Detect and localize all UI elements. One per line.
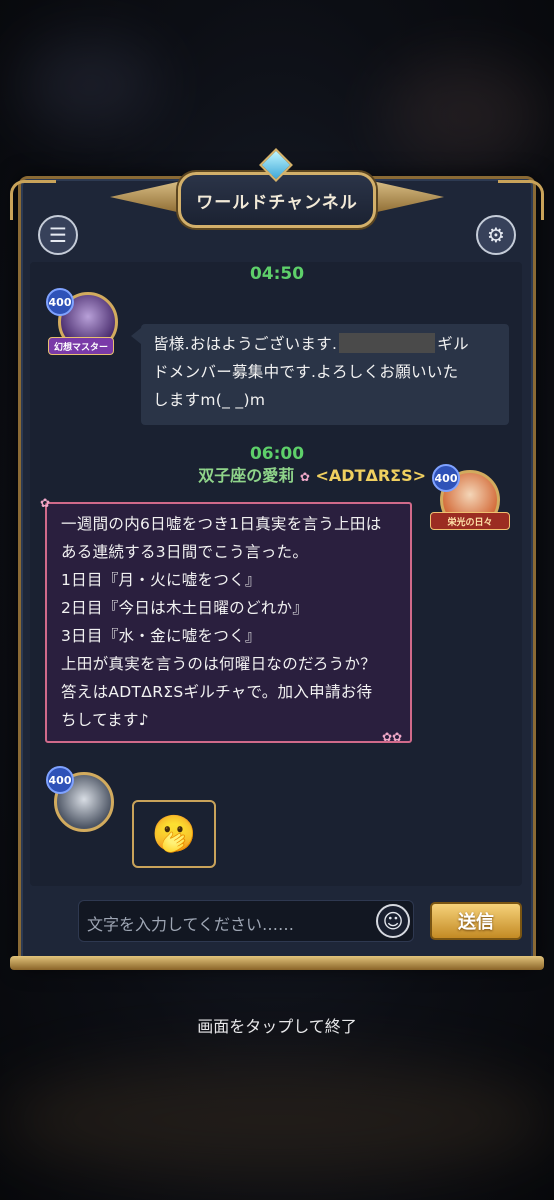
message-text: 一週間の内6日嘘をつき1日真実を言う上田は [61,515,382,533]
flower-icon: ✿✿ [382,730,403,744]
background-blur [0,1060,554,1180]
message-input[interactable]: 文字を入力してください…… [78,900,414,942]
menu-icon: ☰ [49,223,67,247]
level-badge: 400 [432,464,460,492]
message-text: 皆様.おはようございます. [153,335,338,353]
message-text: しますm(_ _)m [153,391,266,409]
emoji-button[interactable]: ☺ [376,904,410,938]
message-text: 3日目『水・金に嘘をつく』 [61,627,261,645]
redacted-text [339,333,436,353]
message-timestamp: 06:00 [249,444,305,464]
message-text: ギル [437,335,469,353]
background-blur [384,60,544,170]
message-timestamp: 04:50 [249,264,305,284]
input-placeholder: 文字を入力してください…… [87,915,295,934]
sticker-message[interactable]: 🫢 [132,800,216,868]
player-title-badge: 幻想マスター [48,337,114,355]
player-title-badge: 栄光の日々 [430,512,510,530]
smiley-icon: ☺ [382,909,404,933]
message-text: 上田が真実を言うのは何曜日なのだろうか？ [61,655,377,673]
message-text: 1日目『月・火に嘘をつく』 [61,571,261,589]
send-button[interactable]: 送信 [430,902,522,940]
level-badge: 400 [46,766,74,794]
menu-button[interactable]: ☰ [38,215,78,255]
sender-guild: <ADTΔRΣS> [315,466,426,485]
message-text: 答えはADTΔRΣSギルチャで。加入申請お待 [61,683,373,701]
settings-button[interactable]: ⚙ [476,215,516,255]
panel-corner-ornament [10,180,56,220]
hand-over-mouth-emoji-icon: 🫢 [151,814,197,855]
chat-bubble[interactable]: 皆様.おはようございます. ギル ドメンバー募集中です.よろしくお願いいた します… [131,324,509,425]
panel-bottom-ornament [10,956,544,970]
gear-icon: ⚙ [487,223,505,247]
tap-to-close-hint[interactable]: 画面をタップして終了 [0,1013,554,1037]
chat-bubble[interactable]: 一週間の内6日嘘をつき1日真実を言う上田は ある連続する3日間でこう言った。 1… [45,502,412,743]
level-badge: 400 [46,288,74,316]
sender-label: 双子座の愛莉 ✿ <ADTΔRΣS> [198,462,426,486]
message-text: 2日目『今日は木土日曜のどれか』 [61,599,309,617]
sender-name: 双子座の愛莉 [198,466,295,485]
flower-icon: ✿ [40,496,51,510]
message-text: ドメンバー募集中です.よろしくお願いいた [153,363,459,381]
panel-corner-ornament [498,180,544,220]
background-blur [20,40,160,130]
message-text: ちしてます♪ [61,711,149,729]
flower-icon: ✿ [299,470,310,484]
message-text: ある連続する3日間でこう言った。 [61,543,309,561]
